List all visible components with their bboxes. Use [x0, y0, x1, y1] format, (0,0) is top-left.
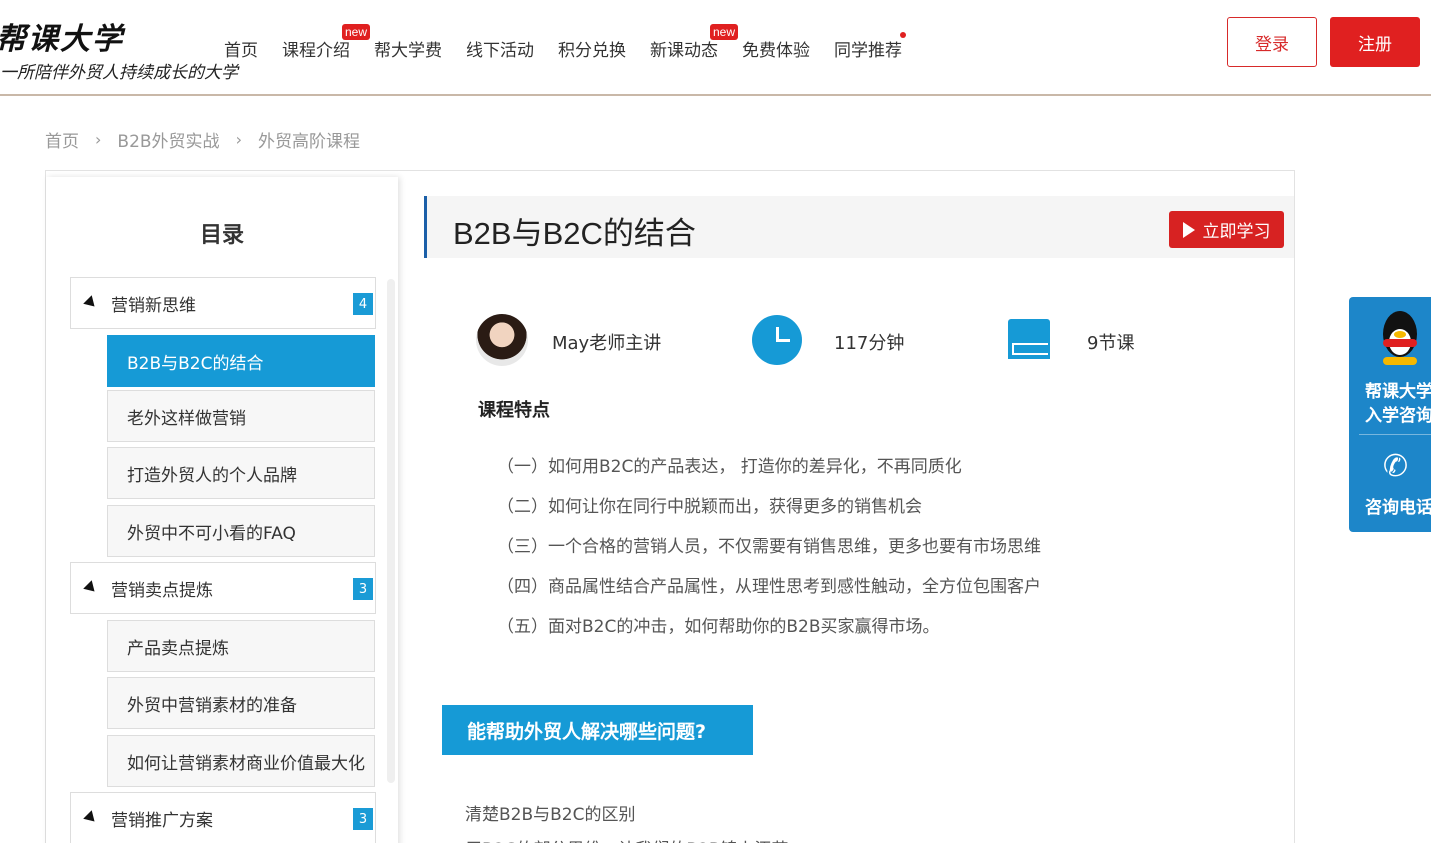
nav-events[interactable]: 线下活动	[466, 36, 534, 61]
divider	[1359, 434, 1431, 435]
toc-scrollbar[interactable]	[387, 279, 395, 783]
course-lesson-count: 9节课	[1087, 333, 1135, 354]
play-icon	[1182, 221, 1195, 238]
lesson-count-badge: 4	[353, 293, 373, 315]
section-label: 营销卖点提炼	[111, 580, 213, 601]
nav-home[interactable]: 首页	[224, 36, 258, 61]
new-badge: new	[341, 24, 370, 40]
toc-lesson[interactable]: 产品卖点提炼	[107, 620, 375, 672]
consult-line1: 帮课大学	[1365, 382, 1431, 402]
consult-float-panel[interactable]: 帮课大学 入学咨询 ✆ 咨询电话	[1349, 297, 1431, 532]
feature-item: （一）如何用B2C的产品表达， 打造你的差异化，不再同质化	[497, 457, 962, 477]
answer-item: 清楚B2B与B2C的区别	[465, 805, 636, 825]
toc-lesson[interactable]: 外贸中营销素材的准备	[107, 677, 375, 729]
toc-lesson-active[interactable]: B2B与B2C的结合	[107, 335, 375, 387]
lesson-count-badge: 3	[353, 808, 373, 830]
nav-points[interactable]: 积分兑换	[558, 36, 626, 61]
problems-banner: 能帮助外贸人解决哪些问题?	[442, 705, 753, 755]
lesson-count-badge: 3	[353, 578, 373, 600]
chevron-right-icon: ›	[235, 130, 242, 149]
breadcrumb-home[interactable]: 首页	[45, 127, 79, 152]
teacher-avatar	[476, 314, 528, 366]
triangle-icon	[83, 580, 99, 596]
breadcrumb-current[interactable]: 外贸高阶课程	[258, 127, 360, 152]
phone-icon: ✆	[1383, 449, 1409, 484]
feature-item: （五）面对B2C的冲击，如何帮助你的B2B买家赢得市场。	[497, 617, 940, 637]
nav-new-courses[interactable]: 新课动态 new	[650, 24, 738, 61]
toc-lesson[interactable]: 外贸中不可小看的FAQ	[107, 505, 375, 557]
logo-title[interactable]: 帮课大学	[0, 14, 124, 58]
course-title: B2B与B2C的结合	[453, 216, 696, 251]
notification-dot	[900, 32, 906, 38]
chevron-right-icon: ›	[95, 130, 102, 149]
nav-free-trial[interactable]: 免费体验	[742, 36, 810, 61]
toc-section[interactable]: 营销卖点提炼 3	[70, 562, 376, 614]
site-header: 帮课大学 一所陪伴外贸人持续成长的大学 首页 课程介绍 new 帮大学费 线下活动…	[0, 0, 1431, 96]
qq-penguin-icon	[1377, 311, 1423, 365]
feature-item: （二）如何让你在同行中脱颖而出，获得更多的销售机会	[497, 497, 922, 517]
feature-item: （三）一个合格的营销人员，不仅需要有销售思维，更多也要有市场思维	[497, 537, 1041, 557]
course-title-bar: B2B与B2C的结合 立即学习	[424, 196, 1294, 258]
book-icon	[1008, 319, 1050, 359]
logo-slogan: 一所陪伴外贸人持续成长的大学	[0, 63, 238, 83]
nav-referral[interactable]: 同学推荐	[834, 32, 906, 61]
clock-icon	[752, 315, 802, 365]
teacher-name: May老师主讲	[552, 333, 662, 354]
toc-section[interactable]: 营销推广方案 3	[70, 792, 376, 843]
section-label: 营销新思维	[111, 295, 196, 316]
features-title: 课程特点	[478, 400, 550, 421]
new-badge: new	[709, 24, 738, 40]
toc-title: 目录	[199, 223, 244, 248]
consult-line2: 入学咨询	[1365, 406, 1431, 426]
nav-tuition[interactable]: 帮大学费	[374, 36, 442, 61]
course-duration: 117分钟	[834, 333, 905, 354]
toc-lesson[interactable]: 老外这样做营销	[107, 390, 375, 442]
breadcrumb: 首页 › B2B外贸实战 › 外贸高阶课程	[45, 127, 360, 152]
triangle-icon	[83, 810, 99, 826]
section-label: 营销推广方案	[111, 810, 213, 831]
feature-item: （四）商品属性结合产品属性，从理性思考到感性触动，全方位包围客户	[497, 577, 1041, 597]
main-nav: 首页 课程介绍 new 帮大学费 线下活动 积分兑换 新课动态 new 免费体验 同…	[224, 24, 926, 61]
register-button[interactable]: 注册	[1330, 17, 1420, 67]
toc-section[interactable]: 营销新思维 4	[70, 277, 376, 329]
consult-phone-label: 咨询电话	[1365, 498, 1431, 518]
course-container: 目录 营销新思维 4 B2B与B2C的结合 老外这样做营销 打造外贸人的个人品牌…	[45, 170, 1295, 843]
login-button[interactable]: 登录	[1227, 17, 1317, 67]
toc-lesson[interactable]: 如何让营销素材商业价值最大化	[107, 735, 375, 787]
course-toc: 目录 营销新思维 4 B2B与B2C的结合 老外这样做营销 打造外贸人的个人品牌…	[46, 177, 398, 843]
nav-courses[interactable]: 课程介绍 new	[282, 24, 370, 61]
start-learning-button[interactable]: 立即学习	[1169, 211, 1284, 248]
toc-lesson[interactable]: 打造外贸人的个人品牌	[107, 447, 375, 499]
triangle-icon	[83, 295, 99, 311]
answer-item: 用B2C的部分思维，让我们的B2B锦上添花	[465, 835, 789, 843]
breadcrumb-category[interactable]: B2B外贸实战	[117, 127, 219, 152]
